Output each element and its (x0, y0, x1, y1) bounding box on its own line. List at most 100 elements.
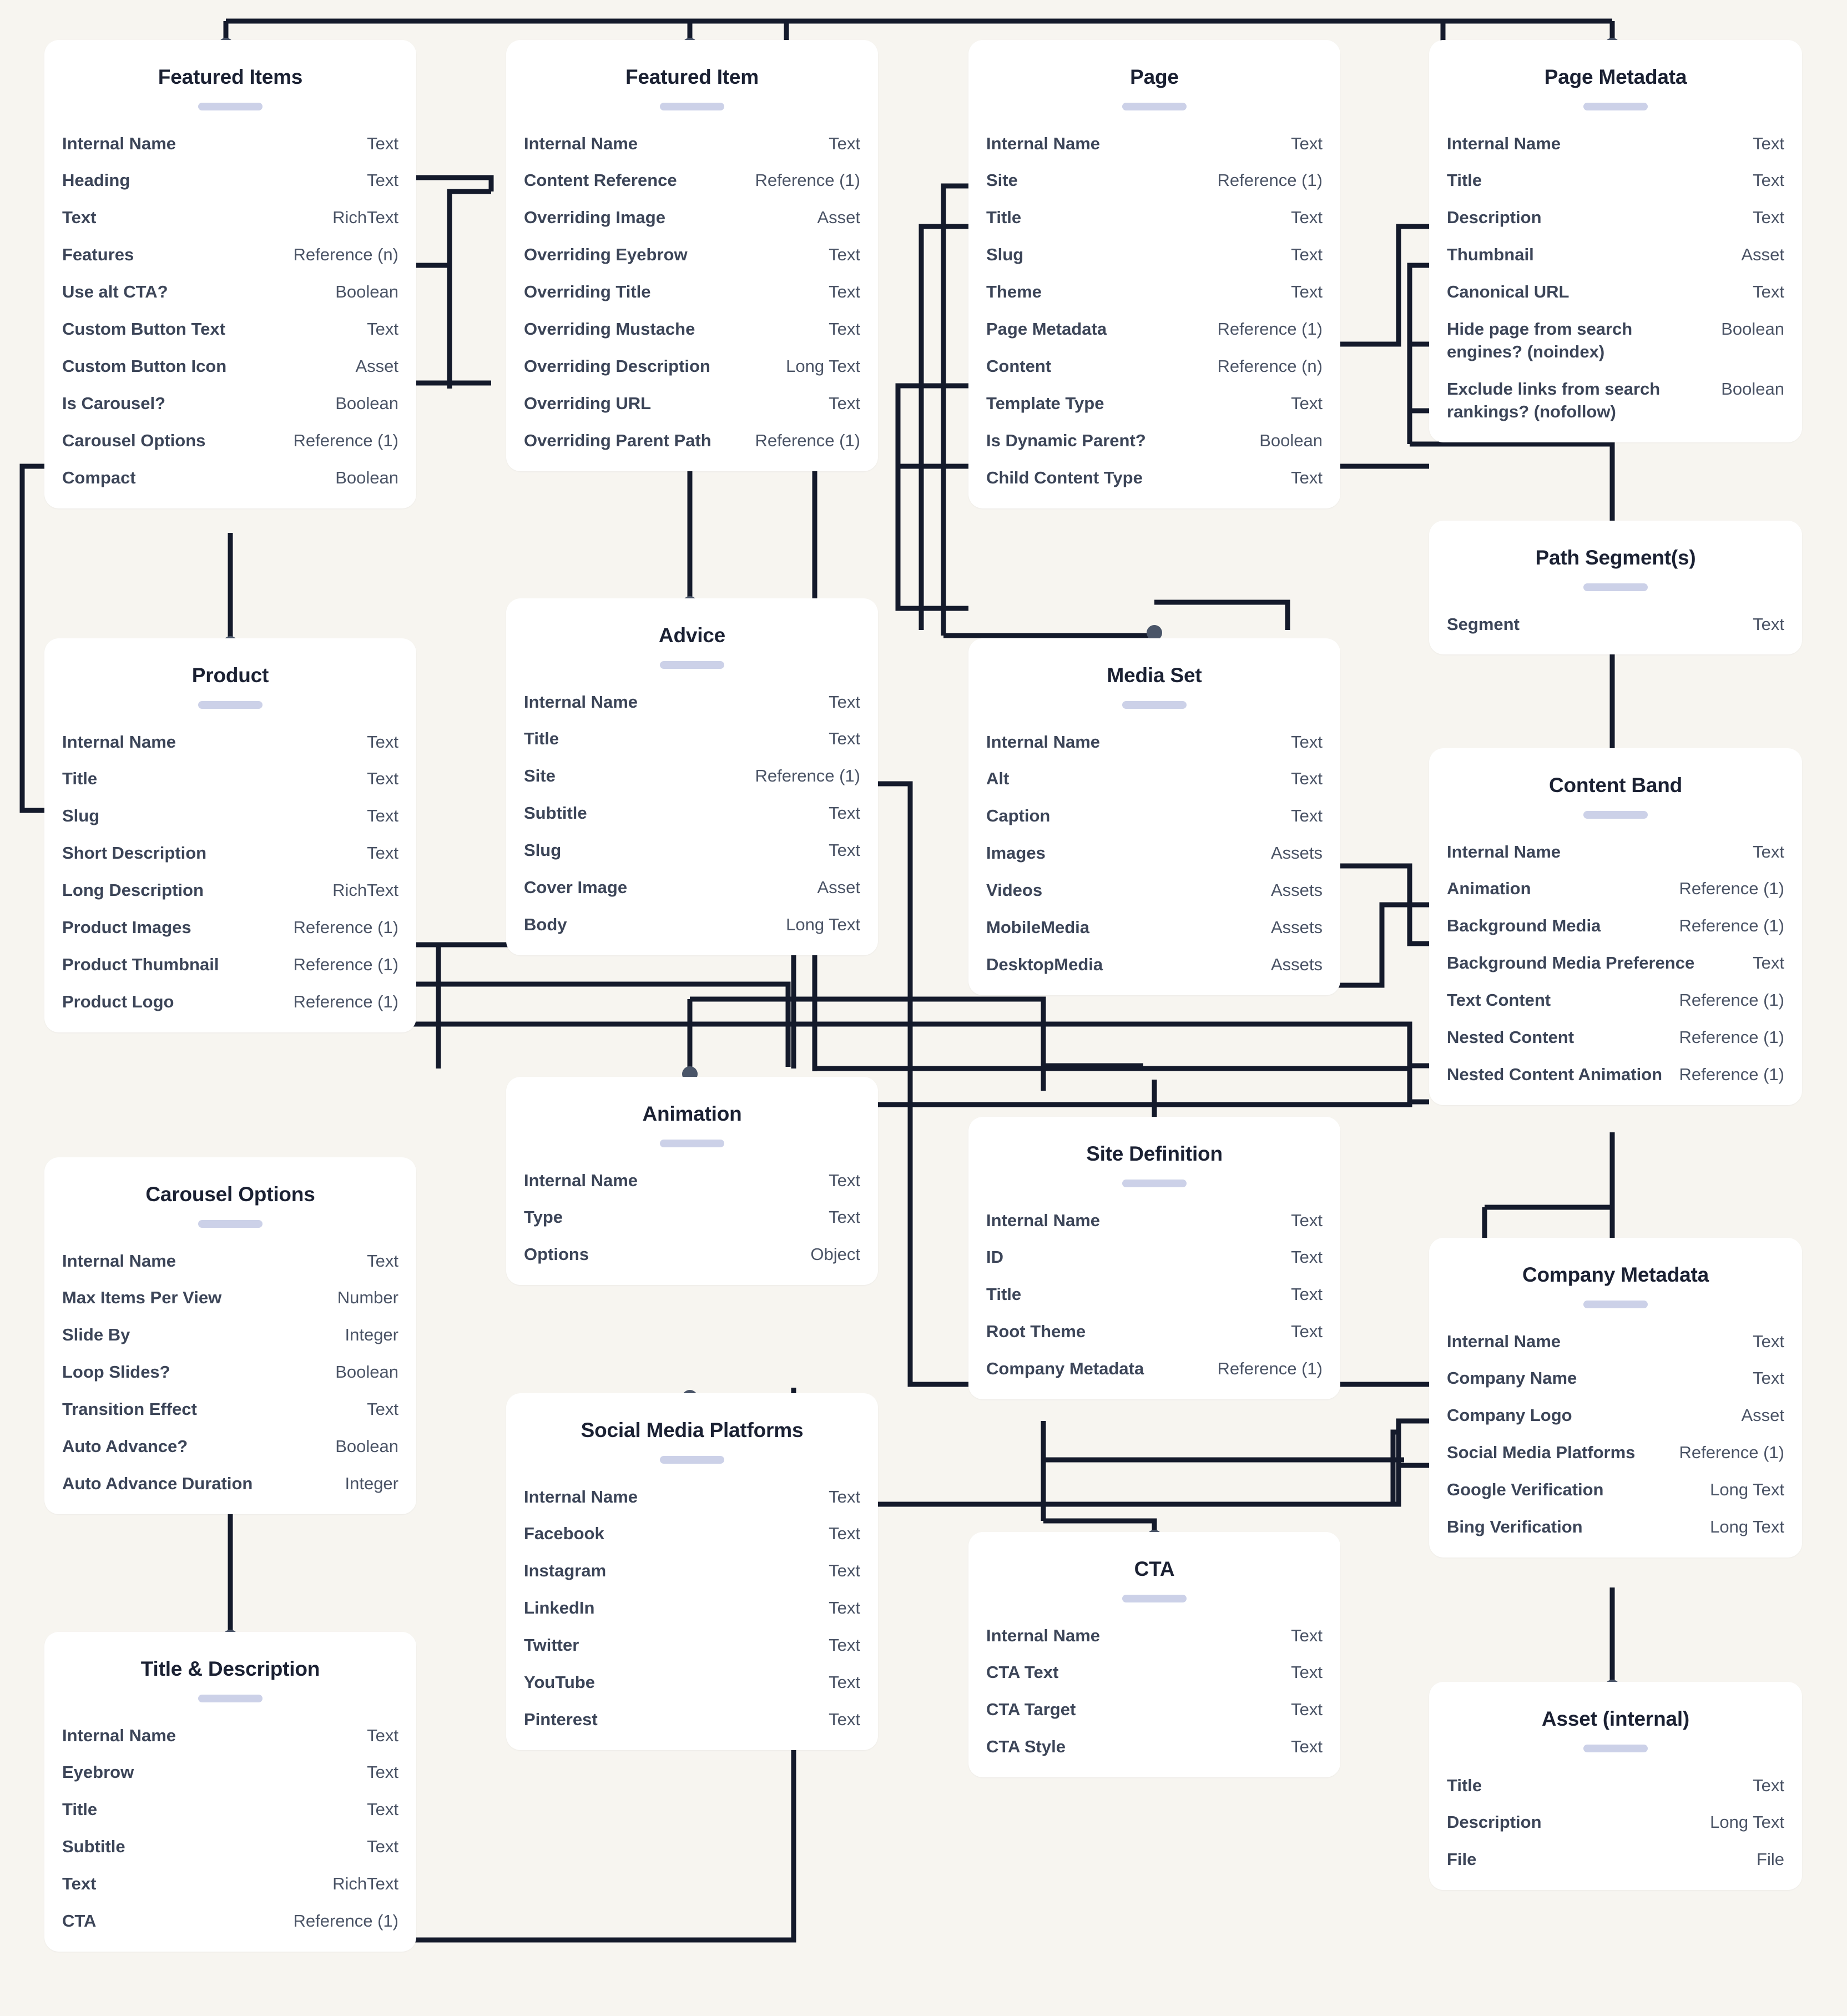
entity-card-site-definition[interactable]: Site Definition Internal Name Text ID Text T… (968, 1117, 1340, 1400)
field-type: Text (829, 393, 860, 413)
field-type: Long Text (1710, 1812, 1784, 1832)
field-list: Internal Name Text Type Text Options Object (524, 1170, 860, 1267)
field-name: Internal Name (62, 133, 176, 153)
field-type: Assets (1270, 880, 1323, 900)
field-name: Background Media (1447, 916, 1601, 936)
field-type: Reference (n) (293, 245, 398, 265)
field-type: Text (367, 1399, 398, 1419)
field-row: Internal Name Text (62, 1725, 398, 1747)
field-name: Cover Image (524, 878, 628, 898)
field-row: Internal Name Text (986, 1209, 1323, 1232)
field-row: Twitter Text (524, 1634, 860, 1657)
entity-card-animation[interactable]: Animation Internal Name Text Type Text Optio… (506, 1077, 878, 1286)
field-row: Title Text (524, 728, 860, 750)
entity-card-media-set[interactable]: Media Set Internal Name Text Alt Text Captio… (968, 638, 1340, 995)
field-list: Internal Name Text Heading Text Text RichText… (62, 133, 398, 490)
field-type: Text (829, 1709, 860, 1729)
field-type: Integer (345, 1325, 398, 1345)
field-type: Boolean (335, 467, 398, 487)
field-name: Slug (524, 840, 562, 860)
field-name: Product Images (62, 918, 191, 938)
field-type: Text (1291, 393, 1323, 413)
entity-card-page[interactable]: Page Internal Name Text Site Reference (1) T… (968, 40, 1340, 508)
field-row: Title Text (1447, 1775, 1784, 1797)
entity-card-path-segments[interactable]: Path Segment(s) Segment Text (1429, 521, 1802, 655)
field-name: Title (1447, 170, 1482, 190)
card-title: Page (1130, 65, 1179, 88)
entity-card-content-band[interactable]: Content Band Internal Name Text Animation R… (1429, 748, 1802, 1105)
field-row: Heading Text (62, 169, 398, 192)
field-row: Page Metadata Reference (1) (986, 318, 1323, 341)
field-list: Internal Name Text Company Name Text Company… (1447, 1330, 1784, 1539)
field-row: Max Items Per View Number (62, 1287, 398, 1309)
field-type: Reference (1) (1679, 1027, 1784, 1047)
field-name: CTA (62, 1911, 97, 1931)
field-list: Internal Name Text Site Reference (1) Title T… (986, 133, 1323, 490)
field-row: Overriding Title Text (524, 281, 860, 304)
entity-card-featured-items[interactable]: Featured Items Internal Name Text Heading T… (44, 40, 416, 508)
field-type: Reference (1) (1679, 879, 1784, 899)
field-type: Asset (817, 878, 860, 898)
field-type: Reference (1) (755, 766, 860, 786)
field-name: Internal Name (62, 1725, 176, 1745)
field-row: Internal Name Text (986, 1625, 1323, 1647)
field-list: Internal Name Text Title Text Description Tex… (1447, 133, 1784, 424)
field-type: Text (1291, 1625, 1323, 1645)
field-list: Internal Name Text Content Reference Refere… (524, 133, 860, 452)
card-accent-rule (198, 1219, 263, 1228)
entity-card-company-metadata[interactable]: Company Metadata Internal Name Text Compan… (1429, 1238, 1802, 1558)
field-row: Nested Content Reference (1) (1447, 1026, 1784, 1049)
field-type: Reference (1) (293, 918, 398, 938)
field-type: Integer (345, 1473, 398, 1493)
field-list: Internal Name Text Title Text Site Reference … (524, 691, 860, 936)
entity-card-asset-internal[interactable]: Asset (internal) Title Text Description Lon… (1429, 1682, 1802, 1891)
field-type: Reference (1) (293, 430, 398, 450)
field-row: Alt Text (986, 768, 1323, 790)
field-name: Company Logo (1447, 1405, 1572, 1425)
field-name: Internal Name (62, 1251, 176, 1271)
entity-card-page-metadata[interactable]: Page Metadata Internal Name Text Title Text… (1429, 40, 1802, 442)
field-type: Text (367, 843, 398, 863)
field-row: Description Long Text (1447, 1811, 1784, 1834)
card-title: Media Set (1107, 664, 1202, 687)
field-type: Text (367, 1800, 398, 1820)
field-row: Internal Name Text (1447, 1330, 1784, 1353)
field-type: Reference (1) (1217, 170, 1323, 190)
field-name: Max Items Per View (62, 1288, 222, 1308)
field-type: Reference (1) (1679, 1064, 1784, 1084)
card-accent-rule (660, 661, 724, 669)
field-row: Compact Boolean (62, 467, 398, 490)
card-accent-rule (198, 102, 263, 110)
field-name: Canonical URL (1447, 282, 1570, 302)
field-row: Images Assets (986, 842, 1323, 865)
field-row: Slug Text (986, 244, 1323, 266)
field-type: Text (367, 769, 398, 789)
entity-card-social-media-platforms[interactable]: Social Media Platforms Internal Name Text… (506, 1393, 878, 1750)
entity-card-product[interactable]: Product Internal Name Text Title Text Slug Te… (44, 638, 416, 1032)
entity-card-carousel-options[interactable]: Carousel Options Internal Name Text Max It… (44, 1157, 416, 1514)
entity-card-title-description[interactable]: Title & Description Internal Name Text Eye… (44, 1632, 416, 1952)
field-type: Text (1291, 1700, 1323, 1720)
field-type: Text (1291, 133, 1323, 153)
card-accent-rule (1583, 1744, 1648, 1752)
field-name: Title (986, 208, 1022, 228)
field-type: Text (367, 133, 398, 153)
field-row: Text RichText (62, 206, 398, 229)
field-row: Custom Button Text Text (62, 318, 398, 341)
entity-card-featured-item[interactable]: Featured Item Internal Name Text Content R… (506, 40, 878, 471)
field-row: Background Media Reference (1) (1447, 915, 1784, 938)
field-name: Company Metadata (986, 1359, 1144, 1379)
field-name: Short Description (62, 843, 207, 863)
card-accent-rule (660, 1455, 724, 1464)
entity-card-advice[interactable]: Advice Internal Name Text Title Text Site Ref… (506, 598, 878, 955)
field-type: Text (367, 1251, 398, 1271)
field-row: Internal Name Text (524, 691, 860, 714)
entity-card-cta[interactable]: CTA Internal Name Text CTA Text Text CTA Tar… (968, 1532, 1340, 1778)
field-row: Options Object (524, 1243, 860, 1266)
field-row: Description Text (1447, 206, 1784, 229)
field-type: Text (367, 170, 398, 190)
field-name: Thumbnail (1447, 245, 1534, 265)
field-row: Internal Name Text (62, 1250, 398, 1273)
field-type: Text (829, 1486, 860, 1506)
field-name: Subtitle (524, 803, 587, 823)
